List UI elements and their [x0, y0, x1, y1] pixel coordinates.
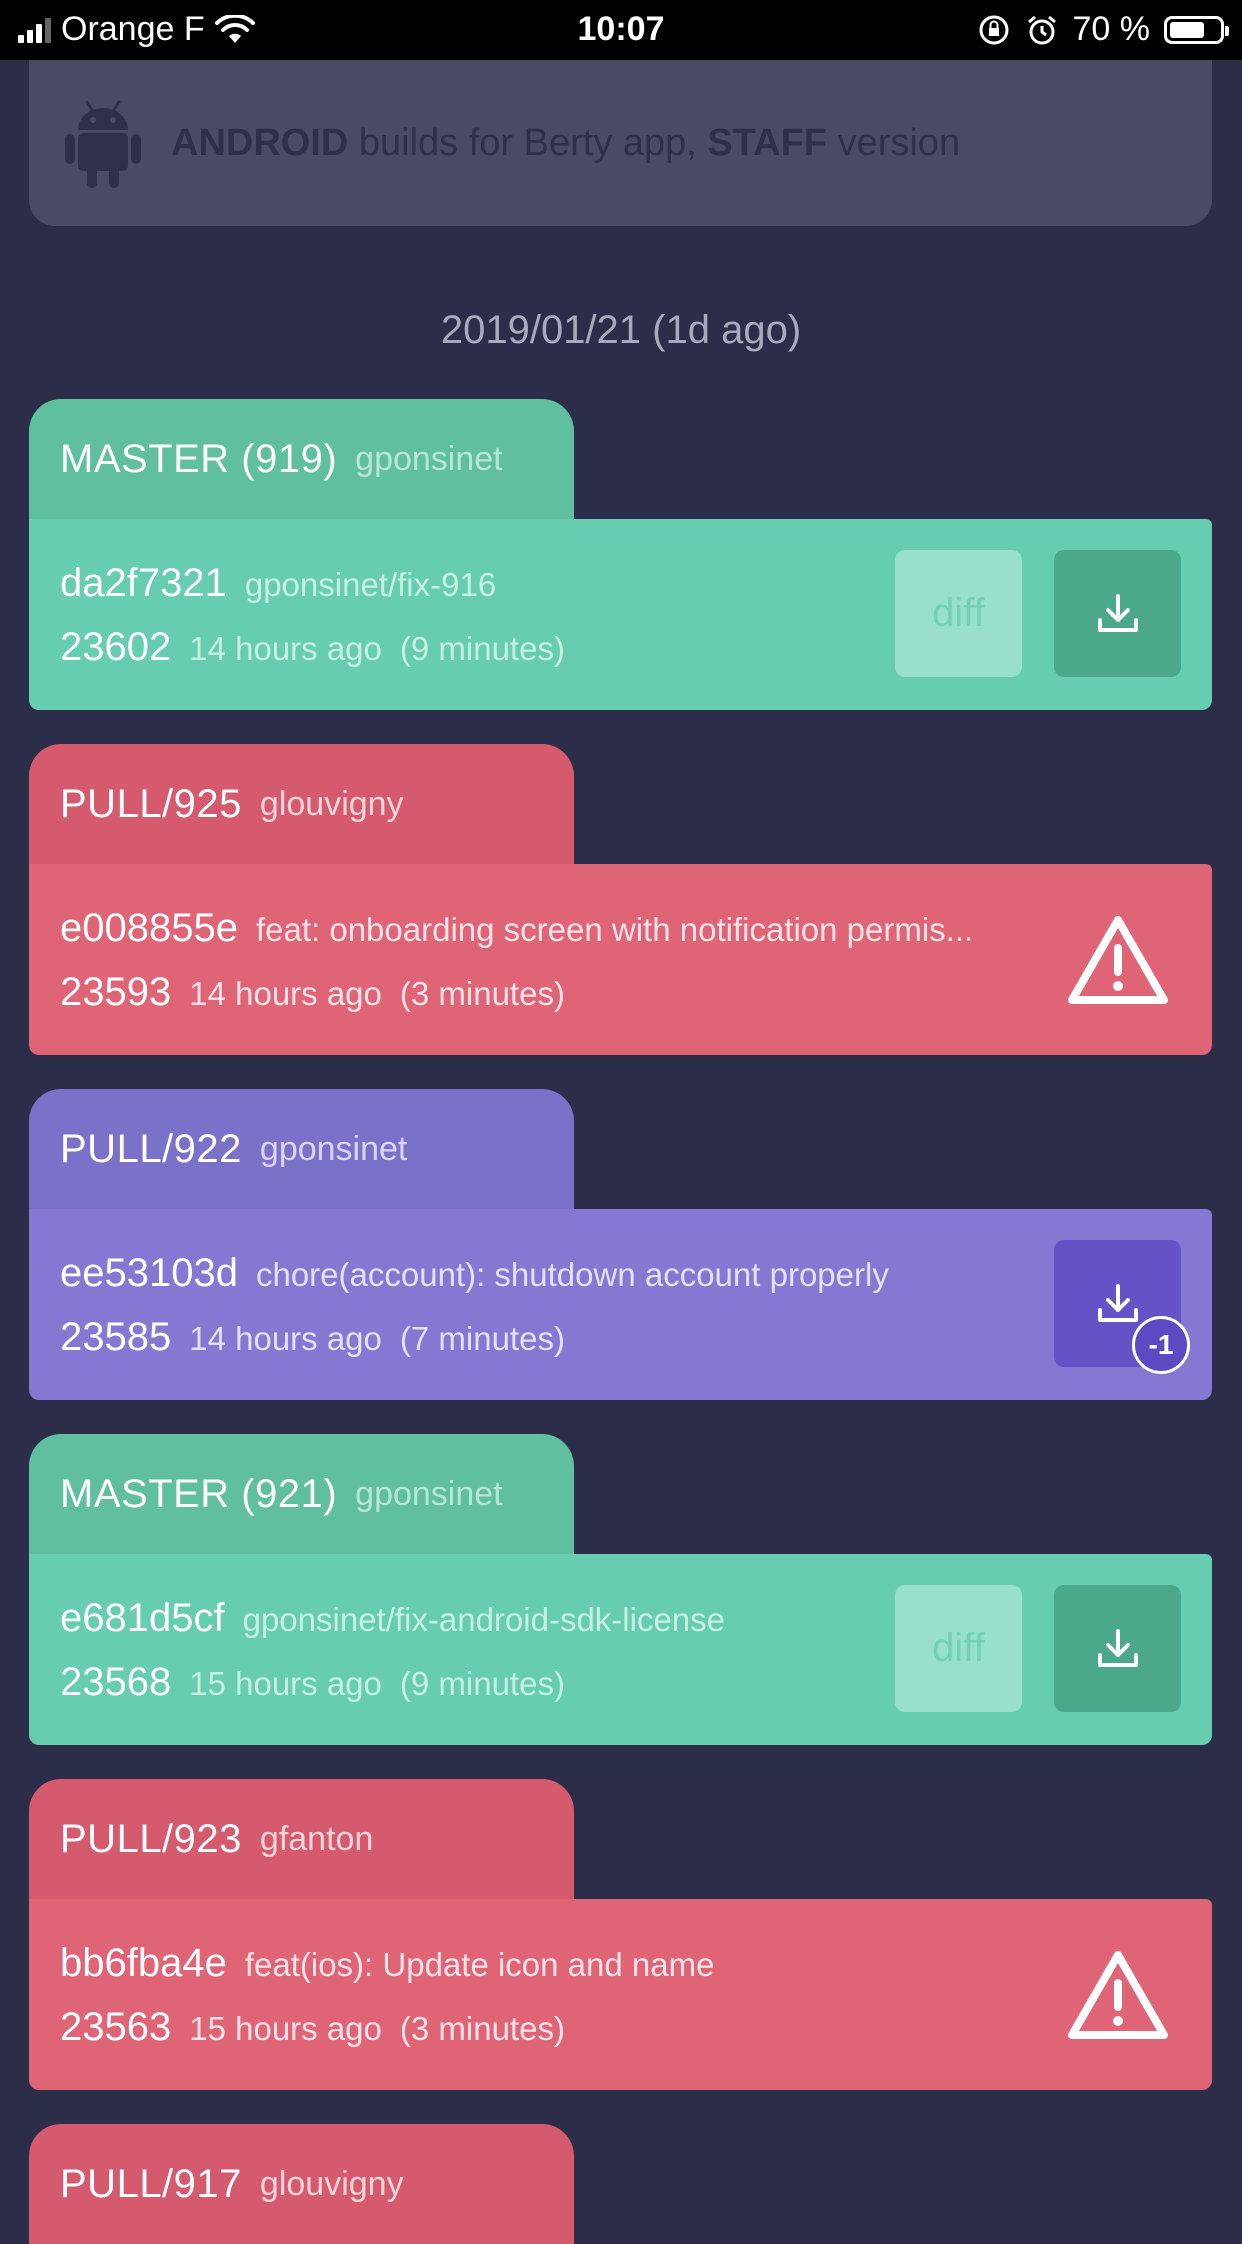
branch-tab[interactable]: PULL/922 gponsinet	[29, 1089, 574, 1209]
author-name: gfanton	[259, 1819, 374, 1858]
commit-message: gponsinet/fix-916	[244, 566, 497, 603]
author-name: gponsinet	[355, 439, 503, 478]
build-age: 15 hours ago	[189, 2010, 382, 2047]
branch-name: PULL/923	[60, 1816, 242, 1861]
diff-button[interactable]: diff	[895, 1585, 1022, 1712]
build-card[interactable]: ee53103d chore(account): shutdown accoun…	[29, 1209, 1212, 1400]
diff-button[interactable]: diff	[895, 550, 1022, 677]
battery-icon	[1164, 15, 1229, 44]
build-duration: (9 minutes)	[399, 1665, 565, 1702]
commit-hash: e008855e	[60, 906, 238, 950]
build-age: 14 hours ago	[189, 975, 382, 1012]
author-name: glouvigny	[259, 2164, 404, 2203]
rotation-lock-icon	[979, 15, 1008, 44]
build-card[interactable]: e008855e feat: onboarding screen with no…	[29, 864, 1212, 1055]
battery-percent: 70 %	[1072, 10, 1151, 48]
build-age: 14 hours ago	[189, 630, 382, 667]
commit-hash: e681d5cf	[60, 1596, 225, 1640]
alarm-icon	[1027, 15, 1056, 44]
build-duration: (3 minutes)	[399, 975, 565, 1012]
commit-hash: bb6fba4e	[60, 1941, 227, 1985]
author-name: glouvigny	[259, 784, 404, 823]
warning-icon[interactable]	[1066, 1949, 1170, 2041]
branch-name: PULL/922	[60, 1126, 242, 1171]
warning-icon[interactable]	[1066, 914, 1170, 1006]
commit-message: chore(account): shutdown account properl…	[255, 1256, 889, 1293]
build-number: 23568	[60, 1660, 172, 1704]
branch-name: PULL/925	[60, 781, 242, 826]
branch-name: PULL/917	[60, 2161, 242, 2206]
build-age: 14 hours ago	[189, 1320, 382, 1357]
commit-hash: da2f7321	[60, 561, 227, 605]
build-number: 23563	[60, 2005, 172, 2049]
status-bar: Orange F 10:07 70 %	[0, 0, 1242, 60]
branch-tab[interactable]: MASTER (921) gponsinet	[29, 1434, 574, 1554]
build-age: 15 hours ago	[189, 1665, 382, 1702]
build-card[interactable]: da2f7321 gponsinet/fix-916 23602 14 hour…	[29, 519, 1212, 710]
platform-banner: ANDROID builds for Berty app, STAFF vers…	[29, 60, 1212, 226]
commit-message: gponsinet/fix-android-sdk-license	[242, 1601, 726, 1638]
banner-text: ANDROID builds for Berty app, STAFF vers…	[171, 121, 961, 164]
build-duration: (7 minutes)	[399, 1320, 565, 1357]
android-icon	[65, 100, 141, 188]
build-card[interactable]: e681d5cf gponsinet/fix-android-sdk-licen…	[29, 1554, 1212, 1745]
download-icon	[1097, 1283, 1138, 1322]
branch-tab[interactable]: MASTER (919) gponsinet	[29, 399, 574, 519]
commit-message: feat: onboarding screen with notificatio…	[255, 911, 974, 948]
build-duration: (3 minutes)	[399, 2010, 565, 2047]
branch-name: MASTER (921)	[60, 1471, 338, 1516]
branch-tab[interactable]: PULL/917 glouvigny	[29, 2124, 574, 2244]
build-number: 23593	[60, 970, 172, 1014]
build-number: 23602	[60, 625, 172, 669]
download-icon	[1097, 1628, 1138, 1667]
branch-tab[interactable]: PULL/923 gfanton	[29, 1779, 574, 1899]
branch-name: MASTER (919)	[60, 436, 338, 481]
commit-message: feat(ios): Update icon and name	[244, 1946, 715, 1983]
download-button[interactable]	[1054, 1585, 1181, 1712]
date-header: 2019/01/21 (1d ago)	[440, 308, 802, 352]
build-card[interactable]: bb6fba4e feat(ios): Update icon and name…	[29, 1899, 1212, 2090]
build-number: 23585	[60, 1315, 172, 1359]
author-name: gponsinet	[259, 1129, 408, 1168]
build-duration: (9 minutes)	[399, 630, 565, 667]
download-button[interactable]	[1054, 550, 1181, 677]
branch-tab[interactable]: PULL/925 glouvigny	[29, 744, 574, 864]
author-name: gponsinet	[355, 1474, 503, 1513]
download-count-badge: -1	[1132, 1316, 1190, 1374]
download-icon	[1097, 593, 1138, 632]
commit-hash: ee53103d	[60, 1251, 238, 1295]
